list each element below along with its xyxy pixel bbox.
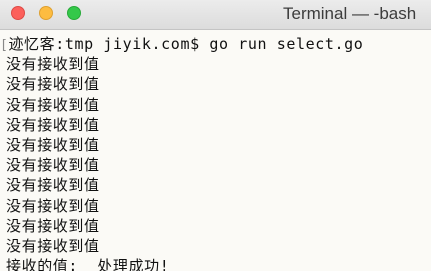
window-title: Terminal — -bash — [283, 4, 417, 23]
maximize-window-button[interactable] — [67, 6, 81, 20]
final-output-line: 接收的值: 处理成功! — [0, 256, 431, 271]
minimize-window-button[interactable] — [39, 6, 53, 20]
final-output-text: 接收的值: 处理成功! — [6, 257, 170, 271]
output-line: 没有接收到值 — [6, 115, 100, 134]
output-line: 没有接收到值 — [6, 216, 100, 235]
title-bar: Terminal — -bash — [0, 0, 431, 30]
close-window-button[interactable] — [11, 6, 25, 20]
prompt-command: 迹忆客:tmp jiyik.com$ go run select.go — [8, 35, 364, 53]
output-line: 没有接收到值 — [6, 196, 100, 215]
output-line: 没有接收到值 — [6, 55, 100, 74]
output-line: 没有接收到值 — [6, 135, 100, 154]
output-line: 没有接收到值 — [6, 75, 100, 94]
terminal-content[interactable]: [迹忆客:tmp jiyik.com$ go run select.go 没有接… — [0, 31, 431, 271]
output-line: 没有接收到值 — [6, 176, 100, 195]
prompt-line: [迹忆客:tmp jiyik.com$ go run select.go — [0, 34, 431, 54]
output-line: 没有接收到值 — [6, 95, 100, 114]
output-line: 没有接收到值 — [6, 236, 100, 255]
output-line: 没有接收到值 — [6, 156, 100, 175]
terminal-window: Terminal — -bash [迹忆客:tmp jiyik.com$ go … — [0, 0, 431, 271]
